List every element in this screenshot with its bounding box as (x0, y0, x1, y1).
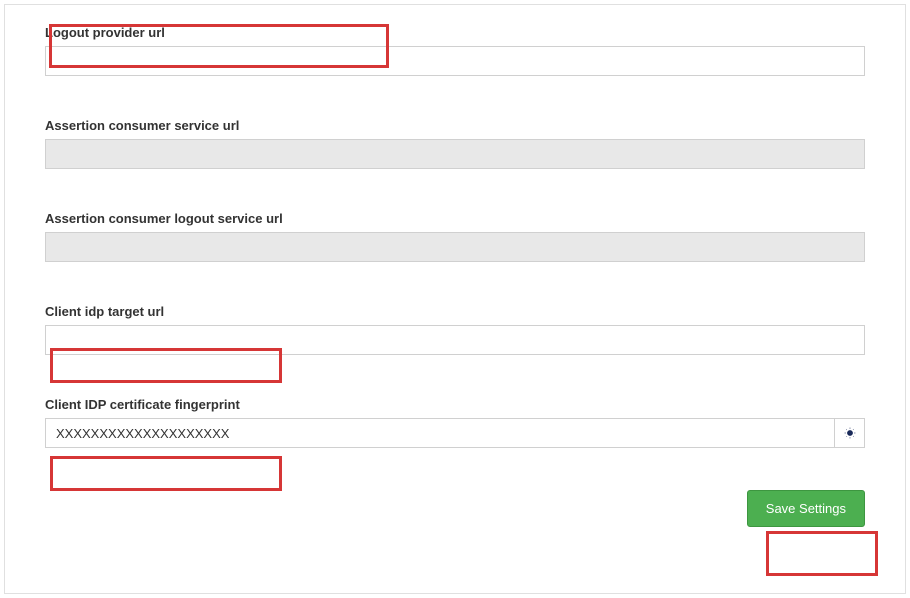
certificate-action-button[interactable] (835, 418, 865, 448)
logout-provider-url-input[interactable] (45, 46, 865, 76)
client-idp-certificate-fingerprint-group: Client IDP certificate fingerprint (45, 397, 865, 448)
client-idp-target-url-input[interactable] (45, 325, 865, 355)
client-idp-target-url-group: Client idp target url (45, 304, 865, 355)
assertion-consumer-service-url-label: Assertion consumer service url (45, 118, 865, 133)
highlight-client-idp-certificate-fingerprint (50, 456, 282, 491)
button-row: Save Settings (45, 490, 865, 527)
logout-provider-url-group: Logout provider url (45, 25, 865, 76)
fingerprint-input-wrapper (45, 418, 865, 448)
assertion-consumer-logout-service-url-group: Assertion consumer logout service url (45, 211, 865, 262)
assertion-consumer-logout-service-url-label: Assertion consumer logout service url (45, 211, 865, 226)
client-idp-target-url-label: Client idp target url (45, 304, 865, 319)
assertion-consumer-logout-service-url-input (45, 232, 865, 262)
assertion-consumer-service-url-input (45, 139, 865, 169)
settings-form-container: Logout provider url Assertion consumer s… (4, 4, 906, 594)
highlight-save-settings (766, 531, 878, 576)
save-settings-button[interactable]: Save Settings (747, 490, 865, 527)
client-idp-certificate-fingerprint-input[interactable] (45, 418, 835, 448)
certificate-icon (843, 426, 857, 440)
client-idp-certificate-fingerprint-label: Client IDP certificate fingerprint (45, 397, 865, 412)
logout-provider-url-label: Logout provider url (45, 25, 865, 40)
assertion-consumer-service-url-group: Assertion consumer service url (45, 118, 865, 169)
